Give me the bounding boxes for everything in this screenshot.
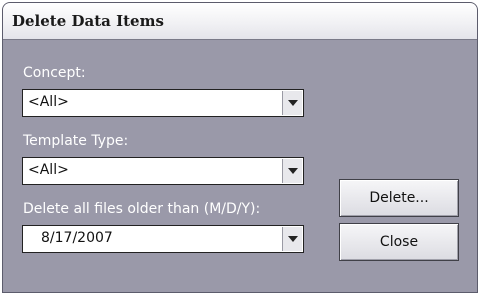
template-type-dropdown[interactable]: <All> xyxy=(22,157,304,185)
concept-dropdown-button[interactable] xyxy=(282,91,302,115)
template-type-label: Template Type: xyxy=(23,133,129,149)
older-than-dropdown-button[interactable] xyxy=(282,227,302,251)
delete-button[interactable]: Delete... xyxy=(339,179,459,217)
chevron-down-icon xyxy=(287,236,298,242)
older-than-label: Delete all files older than (M/D/Y): xyxy=(23,201,261,217)
chevron-down-icon xyxy=(287,100,298,106)
older-than-date-dropdown[interactable]: 8/17/2007 xyxy=(22,225,304,253)
concept-label: Concept: xyxy=(23,65,86,81)
chevron-down-icon xyxy=(287,168,298,174)
dialog-title: Delete Data Items xyxy=(12,12,164,30)
concept-dropdown[interactable]: <All> xyxy=(22,89,304,117)
close-button[interactable]: Close xyxy=(339,223,459,261)
delete-data-items-dialog: Delete Data Items Concept: <All> Templat… xyxy=(2,2,478,293)
template-type-value: <All> xyxy=(28,162,69,178)
title-bar[interactable]: Delete Data Items xyxy=(3,3,477,40)
template-type-dropdown-button[interactable] xyxy=(282,159,302,183)
concept-value: <All> xyxy=(28,94,69,110)
older-than-date-value: 8/17/2007 xyxy=(41,230,113,246)
